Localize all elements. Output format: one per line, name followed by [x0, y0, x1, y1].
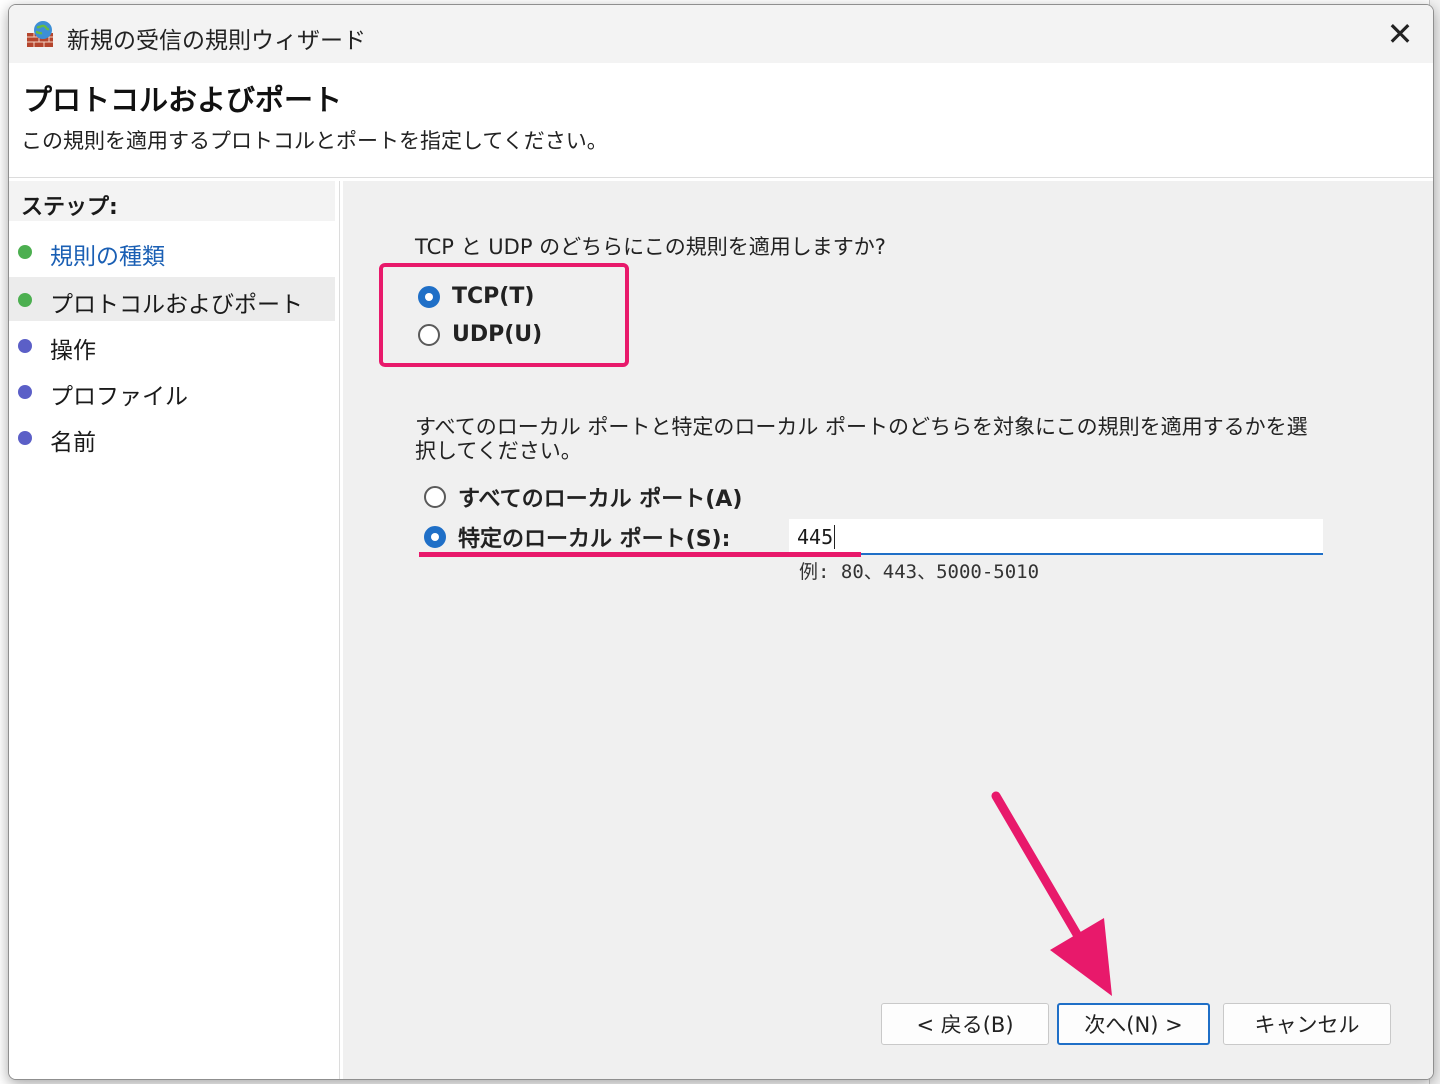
firewall-icon	[27, 21, 53, 47]
step-name: 名前	[9, 415, 335, 459]
steps-panel: ステップ: 規則の種類 プロトコルおよびポート 操作 プロファイル 名前	[9, 181, 340, 1079]
cancel-button-label: キャンセル	[1254, 1013, 1360, 1037]
radio-specific-ports-label: 特定のローカル ポート(S):	[458, 527, 731, 552]
back-button[interactable]: < 戻る(B)	[881, 1003, 1049, 1045]
next-button-label: 次へ(N) >	[1084, 1013, 1183, 1037]
step-action: 操作	[9, 323, 335, 367]
step-status-icon	[18, 245, 32, 259]
step-rule-type[interactable]: 規則の種類	[9, 229, 335, 273]
step-protocol-and-ports[interactable]: プロトコルおよびポート	[9, 277, 335, 321]
step-label: 名前	[50, 430, 96, 456]
next-button[interactable]: 次へ(N) >	[1057, 1003, 1210, 1045]
step-label: 操作	[50, 338, 96, 364]
annotation-underline	[419, 552, 861, 557]
back-button-label: < 戻る(B)	[916, 1013, 1014, 1037]
steps-heading: ステップ:	[9, 181, 335, 221]
step-label: プロファイル	[50, 384, 188, 410]
port-input-value: 445	[797, 525, 834, 549]
step-label: 規則の種類	[50, 244, 165, 270]
radio-specific-local-ports[interactable]: 特定のローカル ポート(S):	[424, 521, 730, 553]
page-header: プロトコルおよびポート この規則を適用するプロトコルとポートを指定してください。	[9, 63, 1433, 178]
radio-circle[interactable]	[424, 486, 446, 508]
annotation-highlight-box	[379, 263, 629, 367]
step-status-icon	[18, 293, 32, 307]
step-status-icon	[18, 431, 32, 445]
wizard-dialog: 新規の受信の規則ウィザード ✕ プロトコルおよびポート この規則を適用するプロト…	[8, 4, 1434, 1080]
page-title: プロトコルおよびポート	[23, 83, 343, 117]
radio-circle[interactable]	[424, 526, 446, 548]
step-status-icon	[18, 385, 32, 399]
content-panel: TCP と UDP のどちらにこの規則を適用しますか? TCP(T) UDP(U…	[343, 181, 1433, 1079]
window-title: 新規の受信の規則ウィザード	[67, 28, 366, 54]
title-bar: 新規の受信の規則ウィザード ✕	[9, 5, 1433, 63]
radio-all-local-ports[interactable]: すべてのローカル ポート(A)	[424, 481, 742, 513]
port-input[interactable]: 445	[789, 519, 1323, 555]
close-icon: ✕	[1386, 15, 1414, 53]
radio-all-ports-label: すべてのローカル ポート(A)	[458, 487, 743, 512]
page-description: この規則を適用するプロトコルとポートを指定してください。	[21, 129, 608, 153]
step-profile: プロファイル	[9, 369, 335, 413]
protocol-question: TCP と UDP のどちらにこの規則を適用しますか?	[415, 235, 886, 259]
steps-heading-label: ステップ:	[21, 195, 118, 220]
close-button[interactable]: ✕	[1367, 5, 1433, 63]
step-label: プロトコルおよびポート	[50, 292, 303, 318]
step-status-icon	[18, 339, 32, 353]
ports-question: すべてのローカル ポートと特定のローカル ポートのどちらを対象にこの規則を適用す…	[415, 415, 1308, 463]
cancel-button[interactable]: キャンセル	[1223, 1003, 1391, 1045]
port-hint: 例: 80、443、5000-5010	[799, 561, 1040, 583]
